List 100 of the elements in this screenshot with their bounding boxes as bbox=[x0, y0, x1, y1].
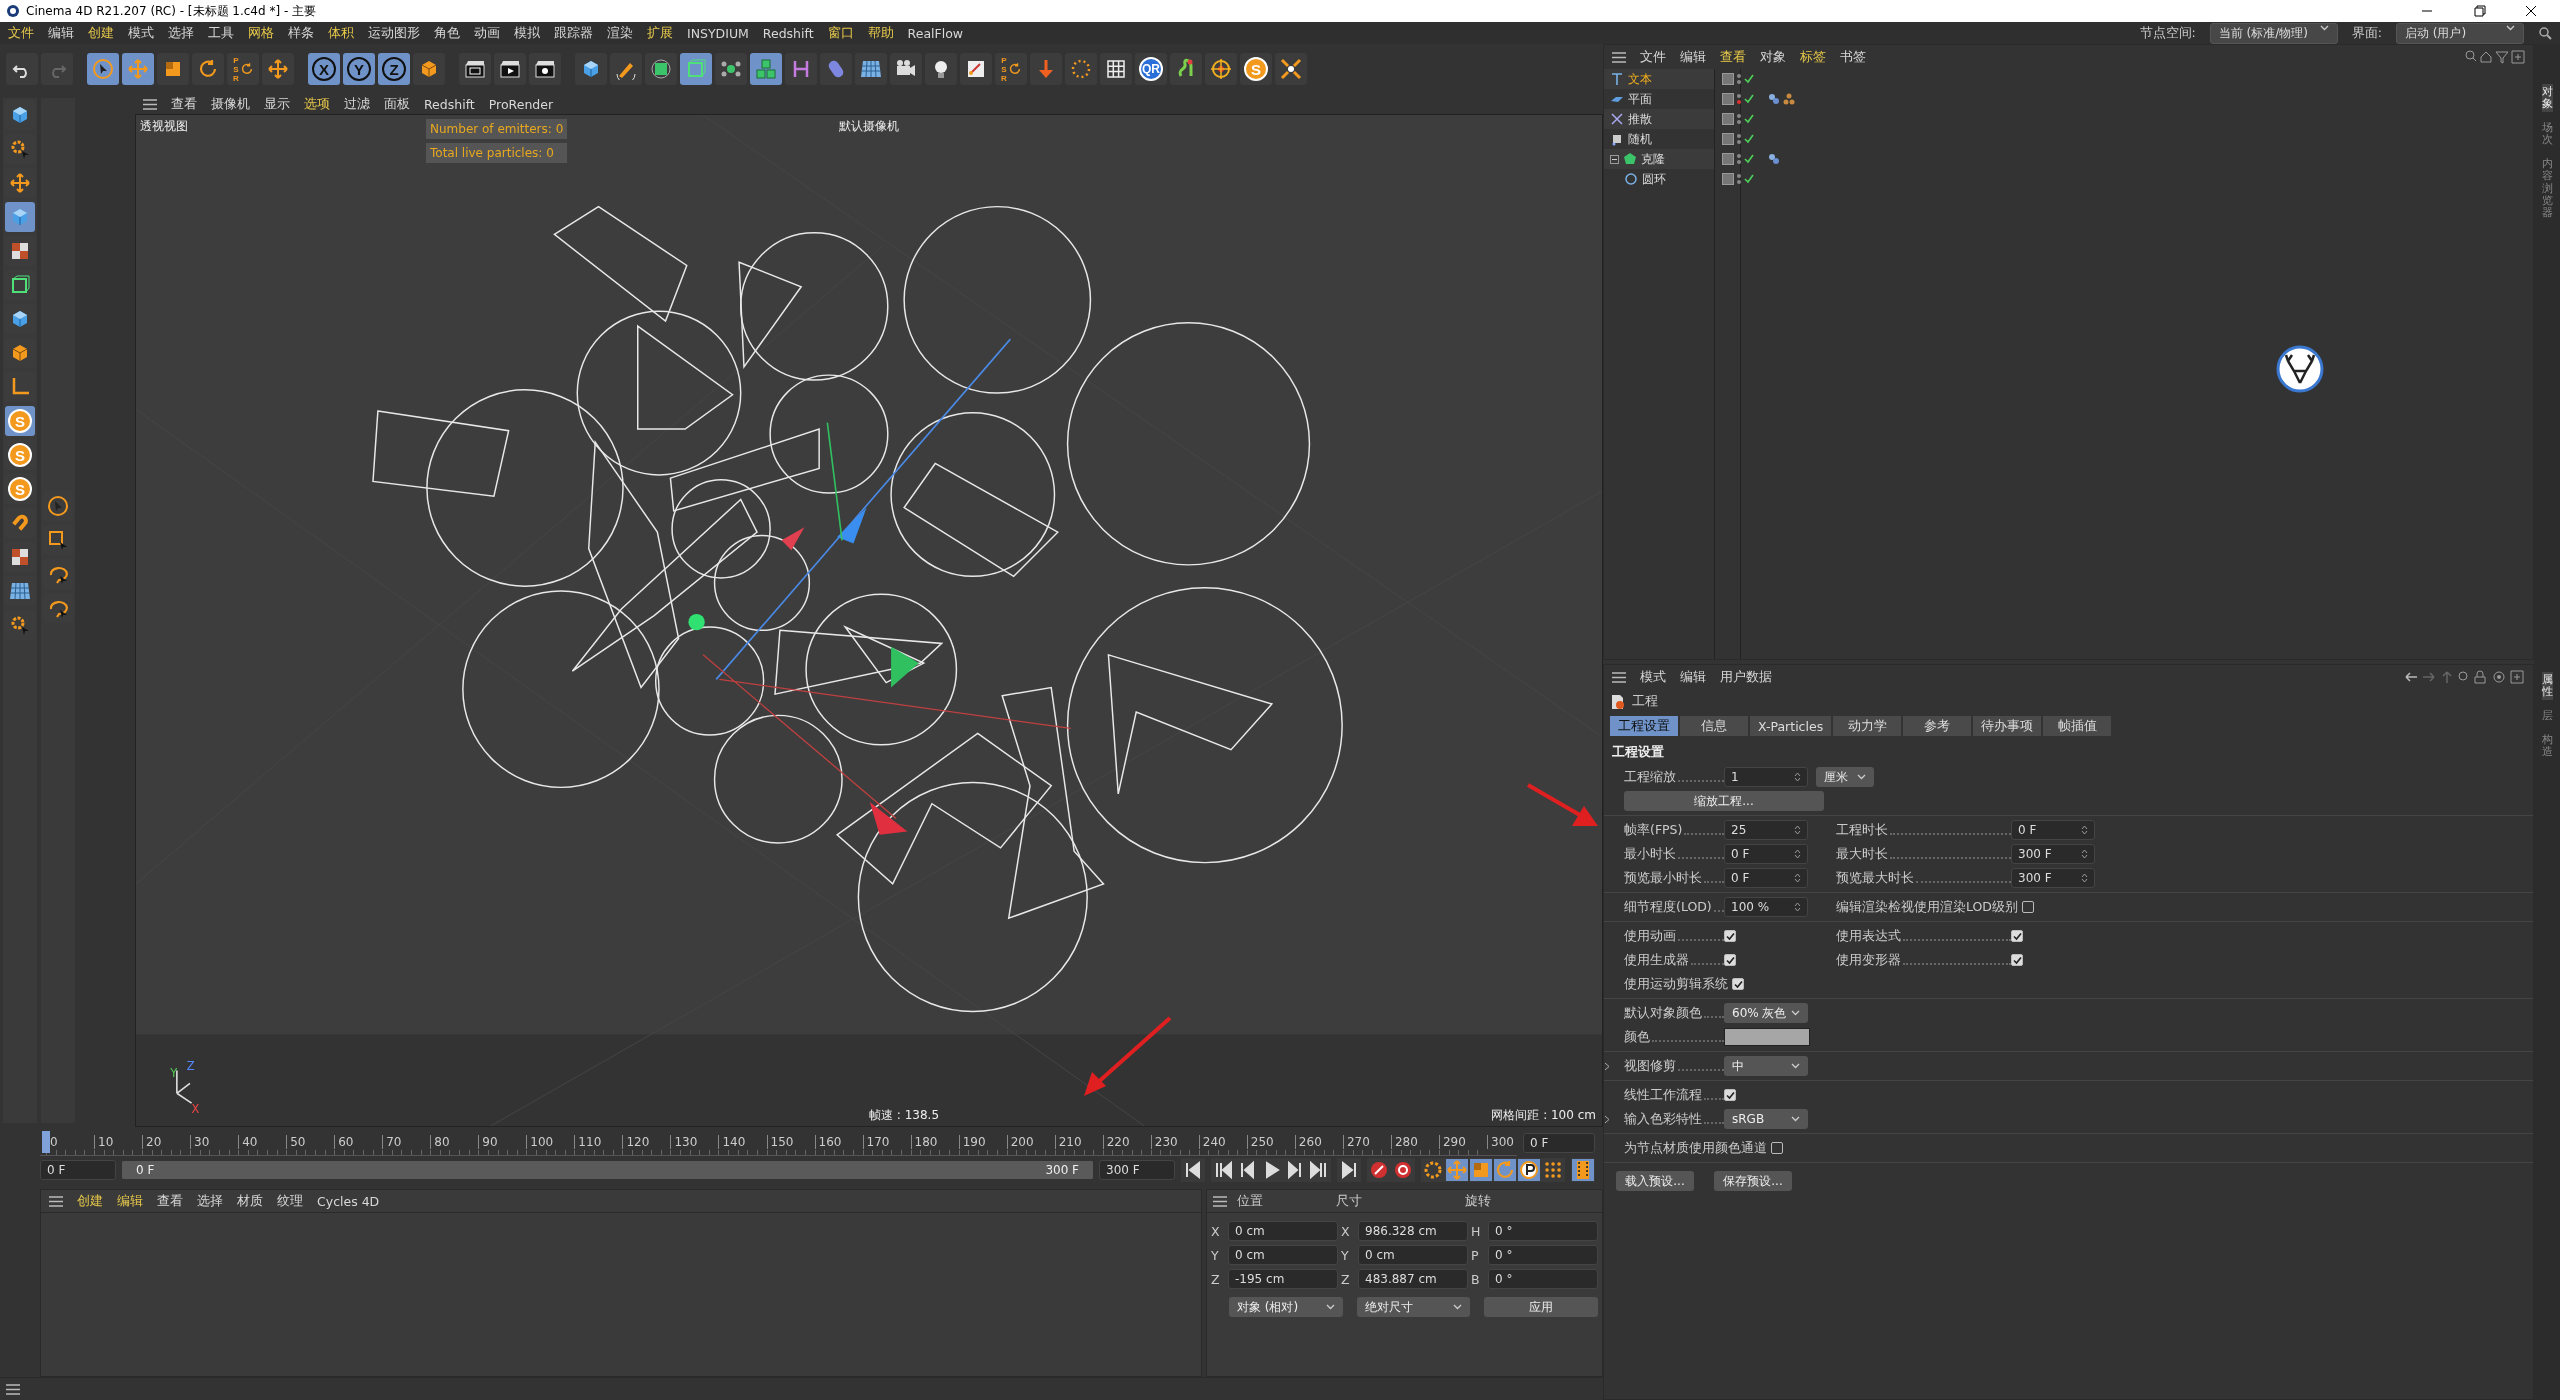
apply-button[interactable]: 应用 bbox=[1484, 1297, 1598, 1317]
attribute-menu-item[interactable]: 编辑 bbox=[1680, 668, 1706, 686]
coordinate-mode-dropdown[interactable]: 对象 (相对) bbox=[1229, 1297, 1343, 1317]
attribute-menu-item[interactable]: 用户数据 bbox=[1720, 668, 1772, 686]
material-menu-item[interactable]: 选择 bbox=[197, 1192, 223, 1210]
visibility-dots[interactable] bbox=[1737, 114, 1741, 124]
side-tab[interactable]: 内容浏览器 bbox=[2541, 156, 2553, 221]
menu-icon[interactable] bbox=[1612, 671, 1626, 683]
current-frame-field[interactable]: 0 F bbox=[1523, 1132, 1595, 1153]
side-tab[interactable]: 对象 bbox=[2541, 84, 2553, 113]
tool-button[interactable] bbox=[1205, 53, 1237, 85]
layer-swatch[interactable] bbox=[1722, 93, 1734, 105]
layer-swatch[interactable] bbox=[1722, 173, 1734, 185]
tab[interactable]: X-Particles bbox=[1750, 716, 1832, 736]
preset-button[interactable]: 保存预设... bbox=[1714, 1171, 1792, 1191]
spinner-icon[interactable] bbox=[1794, 848, 1801, 860]
tab[interactable]: 参考 bbox=[1903, 716, 1972, 736]
position-field[interactable]: -195 cm bbox=[1228, 1269, 1338, 1289]
position-field[interactable]: 0 cm bbox=[1228, 1245, 1338, 1265]
tab[interactable]: 待办事项 bbox=[1973, 716, 2042, 736]
menu-icon[interactable] bbox=[1213, 1195, 1227, 1207]
menu-item[interactable]: 跟踪器 bbox=[554, 24, 593, 42]
menu-item[interactable]: 体积 bbox=[328, 24, 354, 42]
tab[interactable]: 工程设置 bbox=[1610, 716, 1678, 736]
record-icon[interactable] bbox=[1368, 1159, 1390, 1181]
plugin-button[interactable]: QR bbox=[1135, 53, 1167, 85]
menu-item[interactable]: 动画 bbox=[474, 24, 500, 42]
psr-button[interactable]: PSR bbox=[995, 53, 1027, 85]
tool-button[interactable] bbox=[1170, 53, 1202, 85]
object-menu-item[interactable]: 编辑 bbox=[1680, 48, 1706, 66]
layer-swatch[interactable] bbox=[1722, 153, 1734, 165]
spheres-tag-icon[interactable] bbox=[1783, 93, 1795, 105]
object-name[interactable]: 克隆 bbox=[1641, 150, 1665, 168]
color-swatch[interactable] bbox=[1724, 1028, 1810, 1046]
material-menu-item[interactable]: Cycles 4D bbox=[317, 1193, 380, 1209]
menu-item[interactable]: 模式 bbox=[128, 24, 154, 42]
dropdown[interactable]: sRGB bbox=[1724, 1109, 1808, 1129]
layout-dropdown[interactable]: 启动 (用户) bbox=[2396, 22, 2524, 44]
spinner-icon[interactable] bbox=[1794, 872, 1801, 884]
menu-item[interactable]: 文件 bbox=[8, 24, 34, 42]
menu-item[interactable]: 渲染 bbox=[607, 24, 633, 42]
end-frame-field[interactable]: 300 F bbox=[1099, 1160, 1175, 1180]
number-field[interactable]: 0 F bbox=[1724, 868, 1808, 888]
menu-icon[interactable] bbox=[1612, 51, 1626, 63]
layer-swatch[interactable] bbox=[1722, 73, 1734, 85]
menu-item[interactable]: 扩展 bbox=[647, 24, 673, 42]
tab[interactable]: 帧插值 bbox=[2043, 716, 2112, 736]
menu-item[interactable]: 工具 bbox=[208, 24, 234, 42]
tool-button[interactable] bbox=[1275, 53, 1307, 85]
menu-item[interactable]: 角色 bbox=[434, 24, 460, 42]
checkbox[interactable] bbox=[1724, 930, 1736, 942]
tool-button[interactable] bbox=[459, 53, 491, 85]
menu-item[interactable]: 样条 bbox=[288, 24, 314, 42]
axis-lock-button[interactable]: Z bbox=[378, 53, 410, 85]
side-tab[interactable]: 构造 bbox=[2541, 731, 2553, 760]
object-name[interactable]: 随机 bbox=[1628, 130, 1652, 148]
checkbox[interactable] bbox=[1724, 954, 1736, 966]
object-name[interactable]: 文本 bbox=[1628, 70, 1652, 88]
menu-item[interactable]: 编辑 bbox=[48, 24, 74, 42]
menu-item[interactable]: 网格 bbox=[248, 24, 274, 42]
size-field[interactable]: 986.328 cm bbox=[1358, 1221, 1468, 1241]
material-menu-item[interactable]: 创建 bbox=[77, 1192, 103, 1210]
size-mode-dropdown[interactable]: 绝对尺寸 bbox=[1356, 1297, 1471, 1317]
menu-item[interactable]: 帮助 bbox=[867, 24, 894, 42]
psr-button[interactable]: PSR bbox=[227, 53, 259, 85]
timeline-ruler[interactable]: 0 10 20 30 40 50 60 70 80 90 100 110 120 130 140 150 160 170 180 190 200 210 220 230 240 250 260 270 280 290 300 bbox=[40, 1129, 1517, 1156]
tool-button[interactable] bbox=[6, 53, 38, 85]
number-field[interactable]: 25 bbox=[1724, 820, 1808, 840]
checkbox[interactable] bbox=[2011, 930, 2023, 942]
particles-tag-icon[interactable] bbox=[1768, 93, 1780, 105]
side-tab[interactable]: 场次 bbox=[2541, 120, 2553, 149]
gear-icon[interactable] bbox=[1422, 1159, 1444, 1181]
side-tab[interactable]: 属性 bbox=[2541, 671, 2553, 700]
object-menu-item[interactable]: 标签 bbox=[1800, 48, 1826, 66]
number-field[interactable]: 100 % bbox=[1724, 897, 1808, 917]
view-menu-item[interactable]: ProRender bbox=[488, 96, 554, 112]
tool-button[interactable] bbox=[575, 53, 607, 85]
menu-item[interactable]: RealFlow bbox=[907, 25, 964, 41]
visibility-dots[interactable] bbox=[1737, 94, 1741, 104]
view-menu-item[interactable]: Redshift bbox=[424, 96, 475, 112]
tool-button[interactable] bbox=[890, 53, 922, 85]
object-name[interactable]: 圆环 bbox=[1642, 170, 1666, 188]
spinner-icon[interactable] bbox=[2081, 848, 2088, 860]
object-menu-item[interactable]: 文件 bbox=[1640, 48, 1666, 66]
number-field[interactable]: 0 F bbox=[1724, 844, 1808, 864]
checkbox[interactable] bbox=[1771, 1142, 1783, 1154]
film-icon[interactable] bbox=[1572, 1159, 1594, 1181]
menu-icon[interactable] bbox=[143, 98, 157, 110]
menu-item[interactable]: 选择 bbox=[168, 24, 194, 42]
search-icon[interactable] bbox=[2538, 26, 2552, 40]
view-menu-item[interactable]: 过滤 bbox=[344, 95, 370, 113]
tab[interactable]: 动力学 bbox=[1833, 716, 1902, 736]
visibility-dots[interactable] bbox=[1737, 154, 1741, 164]
tab[interactable]: 信息 bbox=[1680, 716, 1748, 736]
visibility-dots[interactable] bbox=[1737, 74, 1741, 84]
checkbox[interactable] bbox=[2022, 901, 2034, 913]
dots-icon[interactable] bbox=[1542, 1159, 1564, 1181]
axis-lock-button[interactable]: Y bbox=[343, 53, 375, 85]
record-icon[interactable] bbox=[1392, 1159, 1414, 1181]
menu-item[interactable]: INSYDIUM bbox=[687, 25, 749, 41]
